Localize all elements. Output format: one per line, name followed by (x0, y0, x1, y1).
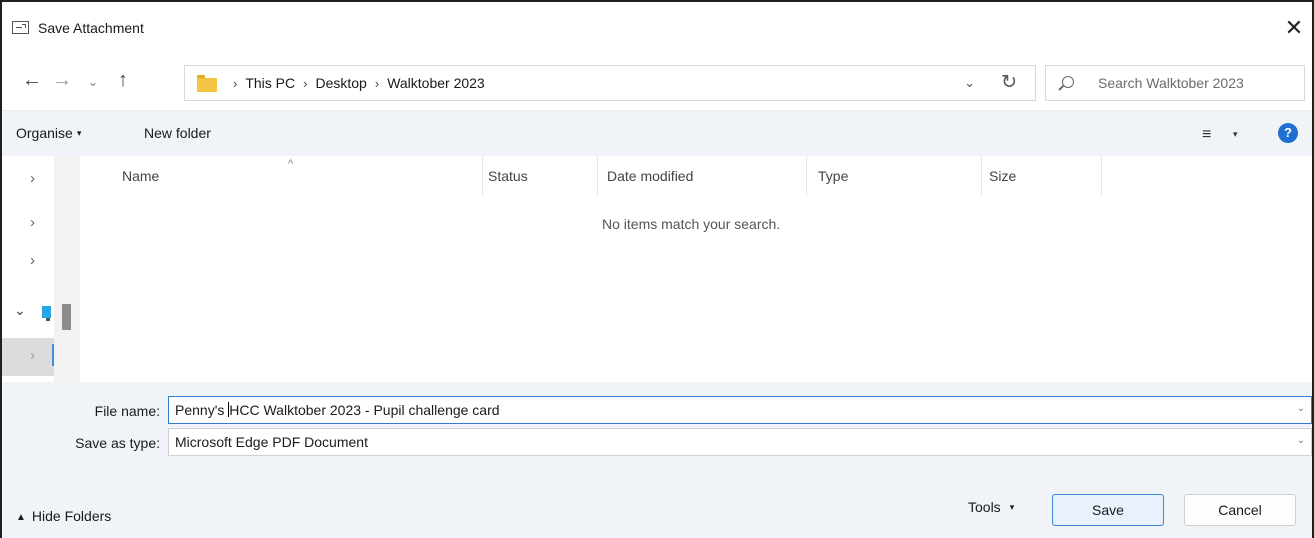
expand-chevron-icon[interactable]: › (30, 214, 35, 231)
computer-icon (42, 306, 51, 321)
search-icon (1062, 76, 1074, 88)
breadcrumb-separator-icon[interactable]: › (375, 76, 379, 91)
column-header-name[interactable]: ^ Name (80, 156, 483, 196)
navigation-pane: › › › ⌄ › (2, 156, 80, 382)
organise-label: Organise (16, 125, 73, 141)
chevron-down-icon[interactable]: ⌄ (1297, 403, 1305, 414)
expand-chevron-icon[interactable]: › (30, 170, 35, 187)
caret-up-icon: ▲ (16, 512, 26, 523)
breadcrumb-separator-icon[interactable]: › (303, 76, 307, 91)
forward-arrow-icon[interactable]: → (52, 70, 72, 90)
back-arrow-icon[interactable]: ← (22, 70, 42, 90)
breadcrumb: › This PC › Desktop › Walktober 2023 (225, 75, 485, 91)
address-bar[interactable]: › This PC › Desktop › Walktober 2023 ⌄ ↻ (184, 65, 1036, 101)
file-name-value[interactable]: Penny's HCC Walktober 2023 - Pupil chall… (175, 402, 500, 418)
file-name-text-start: Penny's (175, 402, 229, 418)
save-attachment-dialog: Save Attachment ✕ ← → ⌄ ↑ › This PC › Deskt… (0, 0, 1314, 538)
column-header-size[interactable]: Size (982, 156, 1102, 196)
navigation-pane-scrollbar[interactable] (54, 156, 80, 382)
folder-icon (197, 75, 217, 92)
scrollbar-thumb[interactable] (62, 304, 71, 330)
organise-caret-icon: ▾ (76, 128, 82, 138)
column-header-date-modified[interactable]: Date modified (598, 156, 807, 196)
view-options-icon[interactable]: ≡ (1202, 126, 1211, 144)
save-as-type-select[interactable]: Microsoft Edge PDF Document ⌄ (168, 428, 1312, 456)
file-name-label: File name: (94, 403, 160, 419)
sidebar-item-selected[interactable]: › (2, 338, 54, 376)
search-box[interactable]: Search Walktober 2023 (1045, 65, 1305, 101)
tools-menu-button[interactable]: Tools ▾ (968, 499, 1014, 515)
expand-chevron-icon[interactable]: › (30, 347, 35, 364)
view-options-caret-icon[interactable]: ▾ (1233, 129, 1238, 140)
new-folder-button[interactable]: New folder (144, 125, 211, 141)
column-header-type[interactable]: Type (807, 156, 982, 196)
file-name-field[interactable]: Penny's HCC Walktober 2023 - Pupil chall… (168, 396, 1312, 424)
selection-indicator (52, 344, 54, 366)
window-title: Save Attachment (38, 20, 144, 36)
empty-list-message: No items match your search. (602, 216, 781, 232)
tools-caret-icon: ▾ (1009, 502, 1015, 512)
breadcrumb-desktop[interactable]: Desktop (315, 75, 366, 91)
expand-chevron-icon[interactable]: › (30, 252, 35, 269)
sort-ascending-icon: ^ (288, 158, 294, 170)
breadcrumb-this-pc[interactable]: This PC (245, 75, 295, 91)
column-header-status[interactable]: Status (483, 156, 598, 196)
organise-menu-button[interactable]: Organise ▾ (16, 125, 81, 141)
save-button[interactable]: Save (1052, 494, 1164, 526)
tools-label: Tools (968, 499, 1001, 515)
refresh-icon[interactable]: ↻ (1001, 71, 1017, 94)
help-icon[interactable]: ? (1278, 123, 1298, 143)
navigation-bar: ← → ⌄ ↑ › This PC › Desktop › Walktober 2023 … (2, 54, 1312, 110)
close-button[interactable]: ✕ (1276, 12, 1312, 44)
up-arrow-icon[interactable]: ↑ (118, 70, 128, 90)
save-options-panel: File name: Penny's HCC Walktober 2023 - … (2, 382, 1312, 538)
title-bar: Save Attachment ✕ (2, 2, 1312, 54)
command-bar: Organise ▾ New folder ≡ ▾ ? (2, 110, 1312, 156)
cancel-button[interactable]: Cancel (1184, 494, 1296, 526)
chevron-down-icon[interactable]: ⌄ (1297, 435, 1305, 446)
save-as-type-label: Save as type: (75, 435, 160, 451)
hide-folders-button[interactable]: ▲ Hide Folders (16, 508, 111, 524)
recent-locations-chevron-icon[interactable]: ⌄ (88, 72, 98, 92)
hide-folders-label: Hide Folders (31, 508, 112, 524)
address-dropdown-icon[interactable]: ⌄ (964, 75, 975, 91)
breadcrumb-walktober-2023[interactable]: Walktober 2023 (387, 75, 485, 91)
column-header-label: Name (122, 168, 160, 184)
breadcrumb-separator-icon: › (233, 76, 238, 91)
mail-attachment-icon (12, 21, 29, 34)
collapse-chevron-icon[interactable]: ⌄ (14, 302, 26, 319)
save-as-type-value: Microsoft Edge PDF Document (175, 434, 368, 450)
file-list[interactable]: ^ Name Status Date modified Type Size No… (80, 156, 1312, 382)
search-input[interactable]: Search Walktober 2023 (1098, 75, 1244, 91)
file-name-text-end: HCC Walktober 2023 - Pupil challenge car… (229, 402, 500, 418)
